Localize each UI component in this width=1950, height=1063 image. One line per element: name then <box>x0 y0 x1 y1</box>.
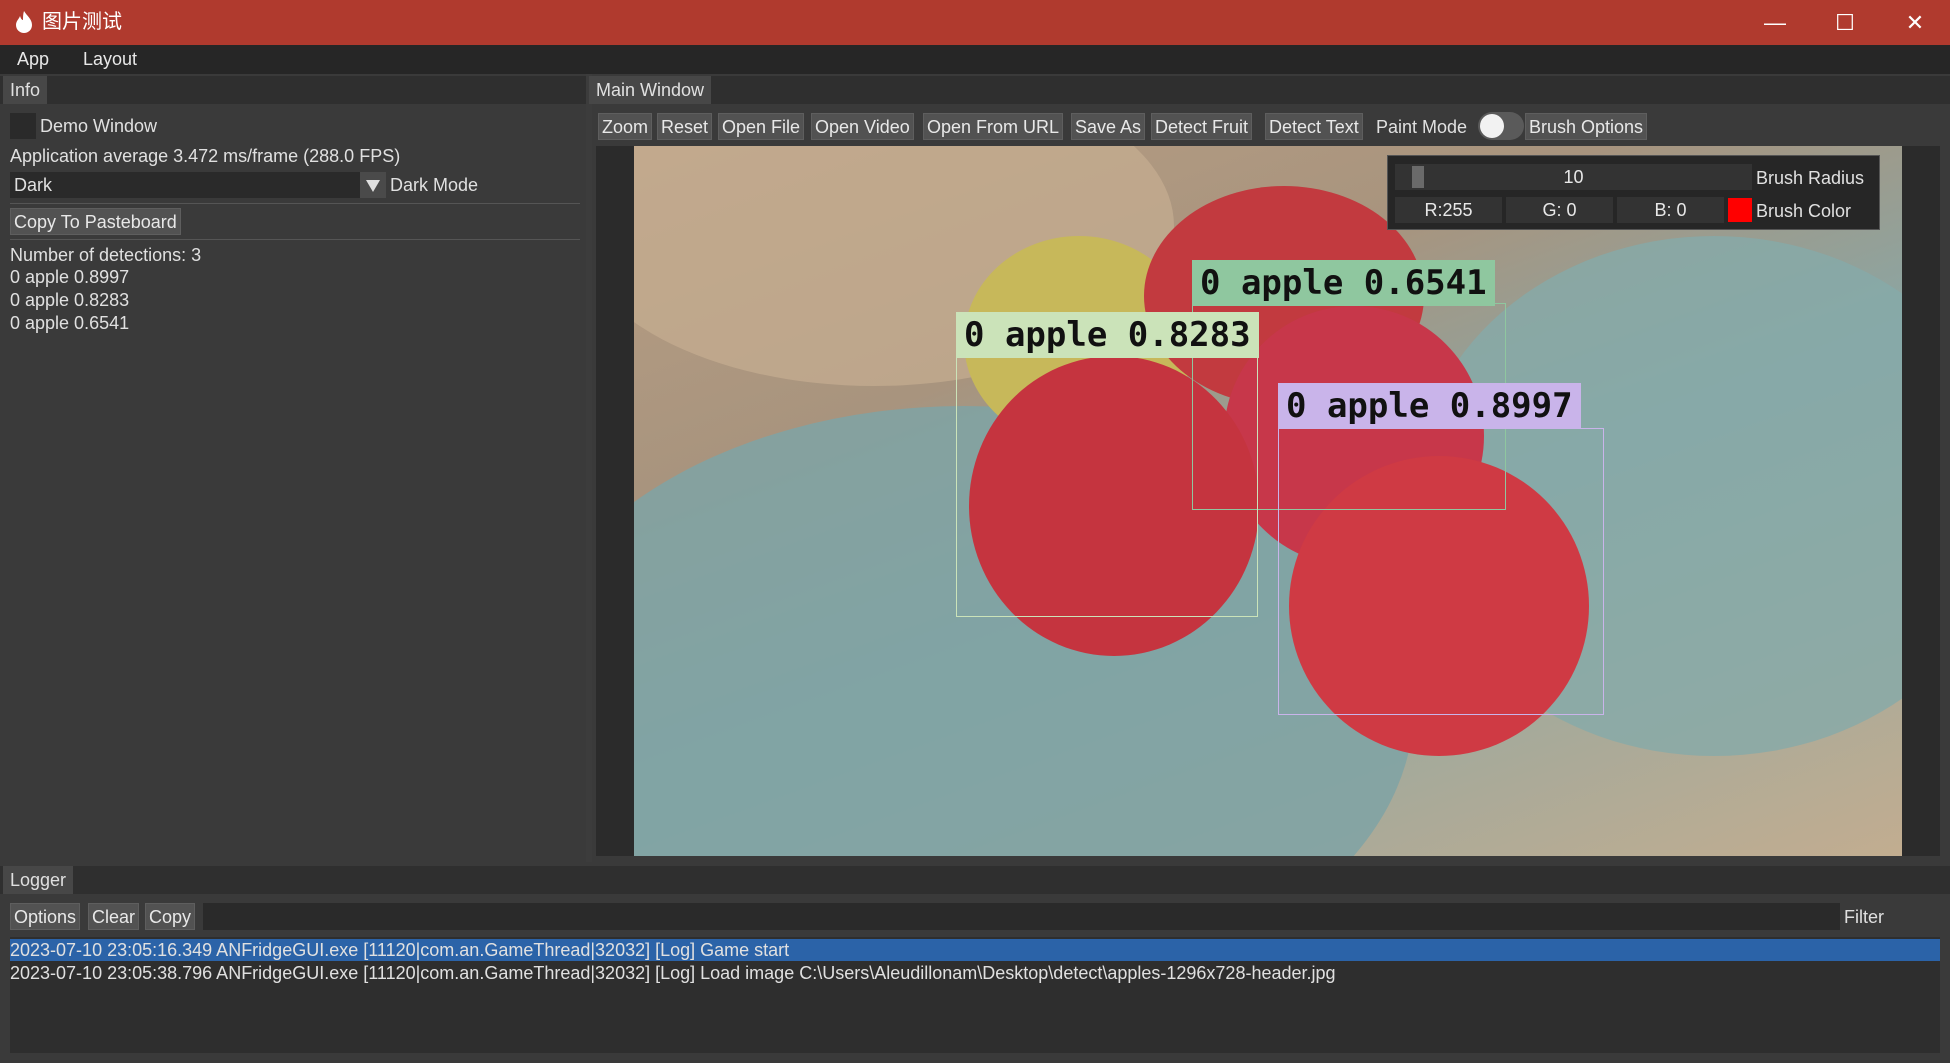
detections-header: Number of detections: 3 <box>10 245 202 265</box>
maximize-button[interactable]: ☐ <box>1810 0 1880 45</box>
detection-item: 0 apple 0.8997 <box>10 267 130 287</box>
paint-mode-toggle[interactable] <box>1478 112 1524 140</box>
brush-color-label: Brush Color <box>1756 201 1852 221</box>
divider <box>10 203 580 204</box>
brush-blue-field[interactable]: B: 0 <box>1617 197 1724 223</box>
save-as-button[interactable]: Save As <box>1071 113 1146 140</box>
open-from-url-button[interactable]: Open From URL <box>923 113 1064 140</box>
options-button[interactable]: Options <box>10 903 81 930</box>
clear-button[interactable]: Clear <box>88 903 140 930</box>
menu-layout[interactable]: Layout <box>75 45 145 74</box>
detection-label: 0 apple 0.8283 <box>956 312 1259 358</box>
window-title: 图片测试 <box>42 11 122 33</box>
info-panel-header <box>0 76 586 104</box>
theme-select-value: Dark <box>14 175 53 195</box>
close-button[interactable]: ✕ <box>1880 0 1950 45</box>
demo-window-label: Demo Window <box>40 116 158 136</box>
theme-label: Dark Mode <box>390 175 479 195</box>
chevron-down-icon[interactable] <box>360 172 386 198</box>
menu-app[interactable]: App <box>9 45 57 74</box>
brush-radius-value: 10 <box>1563 167 1584 187</box>
detection-label: 0 apple 0.6541 <box>1192 260 1495 306</box>
detection-box <box>1278 428 1604 715</box>
detect-text-button[interactable]: Detect Text <box>1265 113 1363 140</box>
main-window-header <box>592 76 1950 104</box>
detect-fruit-button[interactable]: Detect Fruit <box>1151 113 1253 140</box>
brush-color-swatch[interactable] <box>1728 198 1752 222</box>
title-bar <box>0 0 1950 45</box>
tab-logger[interactable]: Logger <box>3 866 74 894</box>
brush-radius-slider[interactable]: 10 <box>1395 164 1752 190</box>
toggle-knob <box>1480 114 1504 138</box>
theme-select[interactable]: Dark <box>10 172 360 198</box>
logger-header <box>0 866 1950 894</box>
copy-button[interactable]: Copy <box>145 903 196 930</box>
detection-box <box>956 357 1258 617</box>
filter-input[interactable] <box>203 903 1840 930</box>
filter-label: Filter <box>1844 907 1884 927</box>
reset-button[interactable]: Reset <box>657 113 713 140</box>
menu-bar <box>0 45 1950 74</box>
open-file-button[interactable]: Open File <box>718 113 805 140</box>
slider-grab[interactable] <box>1412 166 1425 188</box>
brush-radius-label: Brush Radius <box>1756 168 1865 188</box>
demo-window-checkbox[interactable] <box>10 113 36 139</box>
detection-item: 0 apple 0.8283 <box>10 290 130 310</box>
brush-red-field[interactable]: R:255 <box>1395 197 1502 223</box>
detection-label: 0 apple 0.8997 <box>1278 383 1581 429</box>
divider <box>10 239 580 240</box>
brush-options-button[interactable]: Brush Options <box>1525 113 1648 140</box>
copy-to-pasteboard-button[interactable]: Copy To Pasteboard <box>10 208 181 235</box>
log-line[interactable]: 2023-07-10 23:05:38.796 ANFridgeGUI.exe … <box>10 962 1336 984</box>
detection-item: 0 apple 0.6541 <box>10 313 130 333</box>
tab-main-window[interactable]: Main Window <box>589 76 712 104</box>
log-line[interactable]: 2023-07-10 23:05:16.349 ANFridgeGUI.exe … <box>10 939 789 961</box>
paint-mode-label: Paint Mode <box>1376 117 1468 137</box>
brush-green-field[interactable]: G: 0 <box>1506 197 1613 223</box>
flame-icon <box>16 11 32 33</box>
minimize-button[interactable]: — <box>1740 0 1810 45</box>
tab-info[interactable]: Info <box>3 76 48 104</box>
zoom-button[interactable]: Zoom <box>598 113 653 140</box>
fps-text: Application average 3.472 ms/frame (288.… <box>10 146 401 166</box>
open-video-button[interactable]: Open Video <box>811 113 914 140</box>
